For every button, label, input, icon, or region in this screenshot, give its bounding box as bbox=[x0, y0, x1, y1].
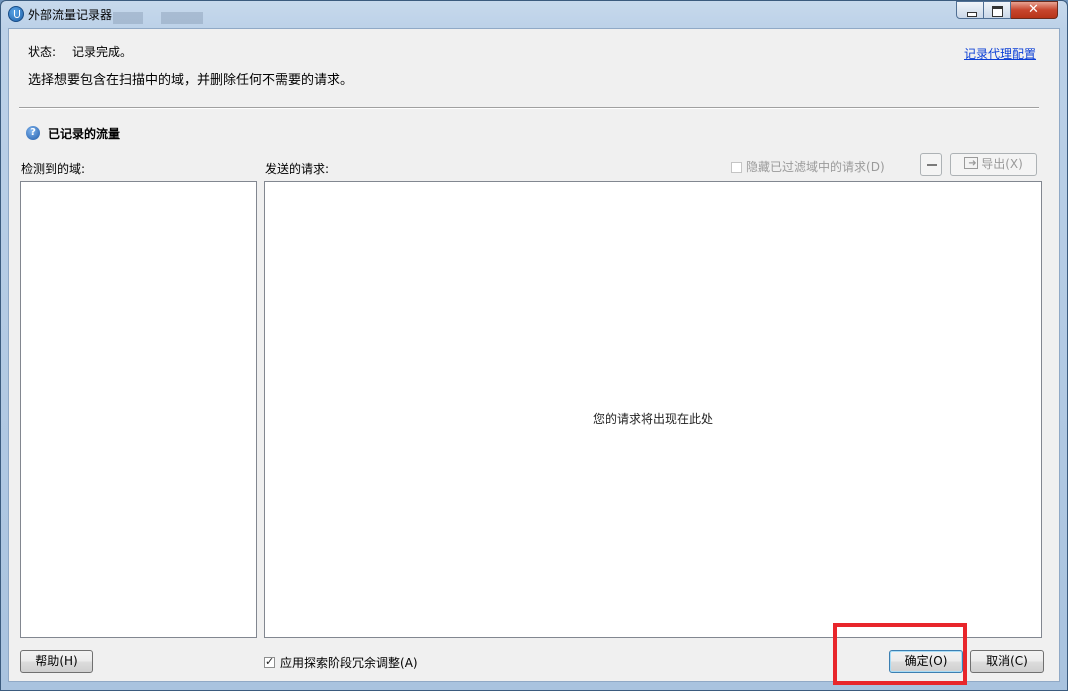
apply-redundant-checkbox[interactable] bbox=[264, 655, 275, 668]
title-bar[interactable]: 外部流量记录器 bbox=[1, 1, 1067, 27]
apply-redundant-text: 应用探索阶段冗余调整 bbox=[280, 656, 401, 670]
cancel-button-hotkey: (C) bbox=[1010, 654, 1028, 668]
hide-filtered-text: 隐藏已过滤域中的请求 bbox=[746, 160, 867, 174]
help-button[interactable]: 帮助(H) bbox=[20, 650, 93, 673]
export-icon bbox=[964, 153, 979, 174]
requests-list[interactable]: 您的请求将出现在此处 bbox=[264, 181, 1042, 638]
record-proxy-config-link[interactable]: 记录代理配置 bbox=[964, 45, 1036, 62]
window-title: 外部流量记录器 bbox=[28, 8, 113, 22]
section-title: 已记录的流量 bbox=[48, 127, 121, 141]
close-button[interactable] bbox=[1011, 1, 1058, 19]
minimize-button[interactable] bbox=[956, 1, 984, 19]
ok-button[interactable]: 确定(O) bbox=[889, 650, 963, 673]
domains-label: 检测到的域: bbox=[21, 162, 86, 176]
minus-icon bbox=[927, 164, 937, 166]
export-hotkey: (X) bbox=[1005, 157, 1023, 171]
export-label: 导出 bbox=[981, 157, 1006, 171]
app-icon bbox=[8, 6, 24, 22]
background-window-ghost bbox=[113, 12, 143, 24]
instruction-text: 选择想要包含在扫描中的域，并删除任何不需要的请求。 bbox=[28, 73, 354, 88]
question-icon[interactable]: ? bbox=[26, 126, 40, 140]
status-label: 状态: bbox=[28, 45, 57, 59]
hide-filtered-hotkey: (D) bbox=[866, 160, 885, 174]
status-value: 记录完成。 bbox=[72, 45, 133, 59]
help-button-hotkey: (H) bbox=[59, 654, 78, 668]
cancel-button[interactable]: 取消(C) bbox=[970, 650, 1044, 673]
maximize-button[interactable] bbox=[984, 1, 1011, 19]
help-button-label: 帮助 bbox=[35, 654, 60, 668]
apply-redundant-label: 应用探索阶段冗余调整(A) bbox=[280, 654, 418, 671]
ok-button-hotkey: (O) bbox=[928, 654, 948, 668]
apply-redundant-hotkey: (A) bbox=[400, 656, 418, 670]
requests-label: 发送的请求: bbox=[265, 162, 330, 176]
requests-placeholder: 您的请求将出现在此处 bbox=[593, 412, 714, 426]
export-button[interactable]: 导出(X) bbox=[950, 153, 1037, 176]
ok-button-label: 确定 bbox=[904, 654, 929, 668]
dialog-window: 外部流量记录器 状态: 记录完成。 选择想要包含在扫描中的域，并删除任何不需要的… bbox=[0, 0, 1068, 691]
dialog-client-area: 状态: 记录完成。 选择想要包含在扫描中的域，并删除任何不需要的请求。 记录代理… bbox=[8, 28, 1060, 682]
hide-filtered-checkbox[interactable] bbox=[731, 162, 742, 173]
hide-filtered-label: 隐藏已过滤域中的请求(D) bbox=[746, 158, 885, 175]
remove-button[interactable] bbox=[920, 153, 942, 176]
background-window-ghost bbox=[161, 12, 203, 24]
header-separator bbox=[19, 107, 1039, 109]
cancel-button-label: 取消 bbox=[986, 654, 1011, 668]
domains-list[interactable] bbox=[20, 181, 257, 638]
